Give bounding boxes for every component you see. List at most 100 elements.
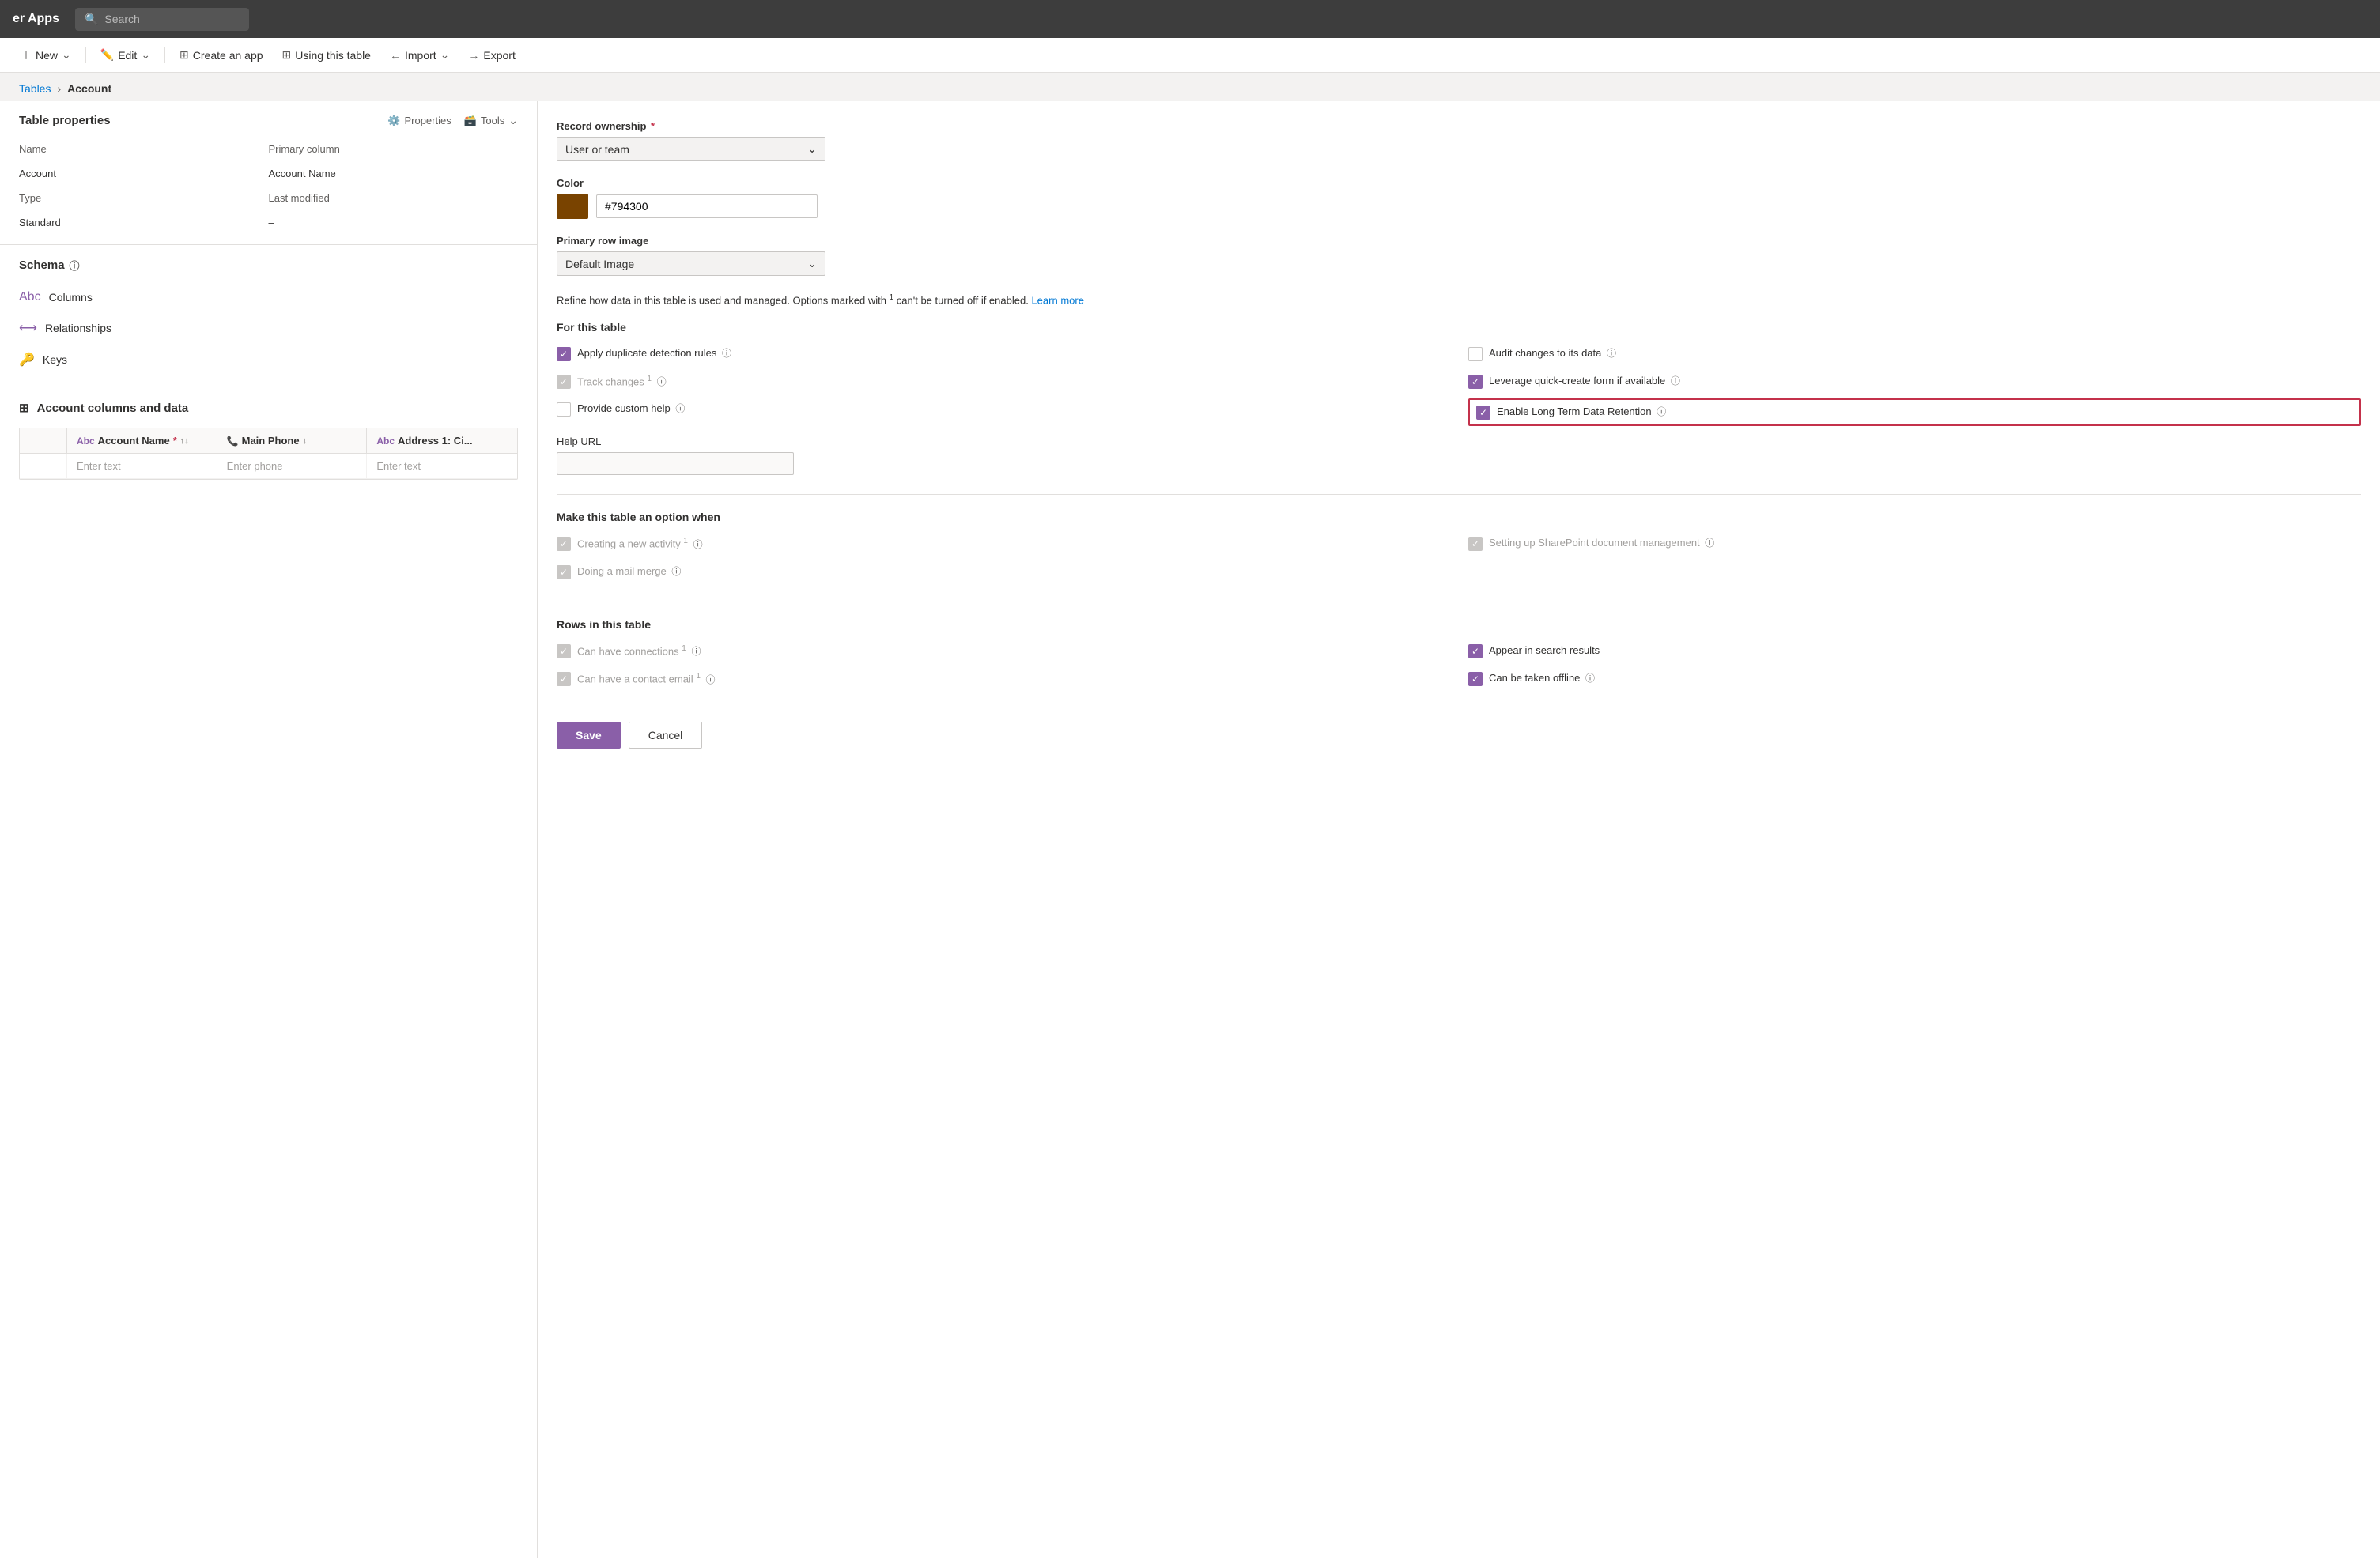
import-icon: ← — [390, 49, 401, 62]
option-contact-email-label: Can have a contact email 1 ⓘ — [577, 671, 716, 687]
color-input[interactable] — [596, 194, 818, 218]
make-option-grid: ✓ Creating a new activity 1 ⓘ ✓ Setting … — [557, 533, 2361, 583]
color-swatch[interactable] — [557, 194, 588, 219]
schema-panel: Schema ⓘ Abc Columns ⟷ Relationships 🔑 K… — [0, 245, 537, 388]
option-track-label: Track changes 1 ⓘ — [577, 374, 667, 390]
columns-icon: Abc — [19, 290, 41, 304]
import-button[interactable]: ← Import — [382, 43, 457, 66]
keys-label: Keys — [43, 353, 67, 366]
option-duplicate-label: Apply duplicate detection rules ⓘ — [577, 346, 731, 360]
option-quick-create-label: Leverage quick-create form if available … — [1489, 374, 1680, 388]
search-results-check-icon: ✓ — [1471, 646, 1479, 657]
offline-info-icon[interactable]: ⓘ — [1585, 673, 1595, 684]
abc-icon: Abc — [77, 436, 95, 447]
schema-info-icon: ⓘ — [70, 258, 80, 273]
checkbox-new-activity: ✓ — [557, 537, 571, 551]
th-account-name[interactable]: Abc Account Name * ↑↓ — [67, 428, 217, 453]
create-app-button[interactable]: ⊞ Create an app — [172, 43, 270, 66]
checkbox-mail-merge: ✓ — [557, 565, 571, 579]
breadcrumb: Tables › Account — [0, 73, 2380, 101]
track-check-icon: ✓ — [560, 376, 568, 387]
search-input[interactable] — [104, 13, 239, 25]
option-mail-merge: ✓ Doing a mail merge ⓘ — [557, 561, 1449, 583]
contact-email-check-icon: ✓ — [560, 673, 568, 685]
left-panel: Table properties ⚙️ Properties 🗃️ Tools … — [0, 101, 538, 1558]
checkbox-track: ✓ — [557, 375, 571, 389]
connections-info-icon[interactable]: ⓘ — [691, 646, 701, 657]
schema-columns[interactable]: Abc Columns — [0, 282, 537, 312]
learn-more-link[interactable]: Learn more — [1031, 294, 1083, 306]
edit-chevron-icon — [141, 48, 150, 62]
schema-header: Schema ⓘ — [0, 258, 537, 282]
th-address[interactable]: Abc Address 1: Ci... — [367, 428, 517, 453]
new-activity-check-icon: ✓ — [560, 538, 568, 549]
checkbox-custom-help[interactable] — [557, 402, 571, 417]
footer-actions: Save Cancel — [557, 709, 2361, 749]
td-enter-text-2[interactable]: Enter text — [367, 454, 517, 478]
new-button[interactable]: ＋ New — [13, 43, 79, 68]
quick-create-info-icon[interactable]: ⓘ — [1671, 375, 1680, 387]
record-ownership-select[interactable]: User or team ⌄ — [557, 137, 825, 161]
record-ownership-group: Record ownership * User or team ⌄ — [557, 120, 2361, 161]
td-enter-text-1[interactable]: Enter text — [67, 454, 217, 478]
create-app-icon: ⊞ — [179, 48, 189, 62]
td-enter-phone[interactable]: Enter phone — [217, 454, 368, 478]
help-url-input[interactable] — [557, 452, 794, 475]
primary-column-label: Primary column — [269, 140, 519, 158]
mail-merge-info-icon[interactable]: ⓘ — [671, 566, 681, 577]
primary-column-value: Account Name — [269, 164, 519, 183]
keys-icon: 🔑 — [19, 352, 35, 368]
search-box[interactable]: 🔍 — [75, 8, 249, 31]
help-url-label: Help URL — [557, 436, 2361, 447]
table-row: Enter text Enter phone Enter text — [20, 454, 517, 479]
option-audit: Audit changes to its data ⓘ — [1468, 343, 2361, 364]
sharepoint-info-icon[interactable]: ⓘ — [1705, 538, 1714, 549]
duplicate-info-icon[interactable]: ⓘ — [722, 348, 731, 359]
mail-merge-check-icon: ✓ — [560, 567, 568, 578]
color-label: Color — [557, 177, 2361, 189]
for-this-table-section: For this table ✓ Apply duplicate detecti… — [557, 321, 2361, 476]
schema-keys[interactable]: 🔑 Keys — [0, 344, 537, 375]
th-main-phone[interactable]: 📞 Main Phone ↓ — [217, 428, 368, 453]
new-activity-info-icon[interactable]: ⓘ — [693, 539, 703, 550]
columns-header: ⊞ Account columns and data — [19, 401, 518, 415]
phone-icon: 📞 — [227, 436, 239, 447]
save-button[interactable]: Save — [557, 722, 621, 749]
right-panel: Record ownership * User or team ⌄ Color … — [538, 101, 2380, 1558]
edit-button[interactable]: ✏️ Edit — [93, 43, 158, 66]
checkbox-duplicate[interactable]: ✓ — [557, 347, 571, 361]
option-sharepoint-label: Setting up SharePoint document managemen… — [1489, 536, 1714, 550]
columns-section: ⊞ Account columns and data Abc Account N… — [0, 388, 537, 492]
checkbox-audit[interactable] — [1468, 347, 1483, 361]
custom-help-info-icon[interactable]: ⓘ — [675, 403, 685, 414]
option-custom-help: Provide custom help ⓘ — [557, 398, 1449, 426]
audit-info-icon[interactable]: ⓘ — [1607, 348, 1616, 359]
long-term-info-icon[interactable]: ⓘ — [1657, 406, 1666, 417]
ownership-chevron-icon: ⌄ — [807, 142, 817, 156]
refine-text: Refine how data in this table is used an… — [557, 292, 2361, 308]
option-connections-label: Can have connections 1 ⓘ — [577, 643, 701, 659]
properties-link[interactable]: ⚙️ Properties — [387, 115, 451, 127]
checkbox-long-term[interactable]: ✓ — [1476, 406, 1490, 420]
track-info-icon[interactable]: ⓘ — [657, 376, 667, 387]
color-section: Color — [557, 177, 2361, 219]
export-button[interactable]: → Export — [460, 44, 523, 66]
using-table-button[interactable]: ⊞ Using this table — [274, 43, 379, 66]
contact-email-info-icon[interactable]: ⓘ — [706, 674, 716, 685]
schema-title: Schema — [19, 258, 65, 272]
table-props-actions: ⚙️ Properties 🗃️ Tools — [387, 114, 518, 127]
checkbox-quick-create[interactable]: ✓ — [1468, 375, 1483, 389]
option-new-activity: ✓ Creating a new activity 1 ⓘ — [557, 533, 1449, 555]
schema-relationships[interactable]: ⟷ Relationships — [0, 312, 537, 344]
cancel-button[interactable]: Cancel — [629, 722, 703, 749]
primary-row-image-select[interactable]: Default Image ⌄ — [557, 251, 825, 276]
checkbox-search-results[interactable]: ✓ — [1468, 644, 1483, 658]
table-props-title: Table properties — [19, 114, 111, 127]
table-props-header: Table properties ⚙️ Properties 🗃️ Tools — [19, 114, 518, 127]
option-offline-label: Can be taken offline ⓘ — [1489, 671, 1595, 685]
breadcrumb-separator: › — [57, 82, 61, 95]
breadcrumb-tables[interactable]: Tables — [19, 82, 51, 95]
checkbox-offline[interactable]: ✓ — [1468, 672, 1483, 686]
tools-chevron-icon — [508, 114, 518, 127]
tools-link[interactable]: 🗃️ Tools — [464, 114, 518, 127]
